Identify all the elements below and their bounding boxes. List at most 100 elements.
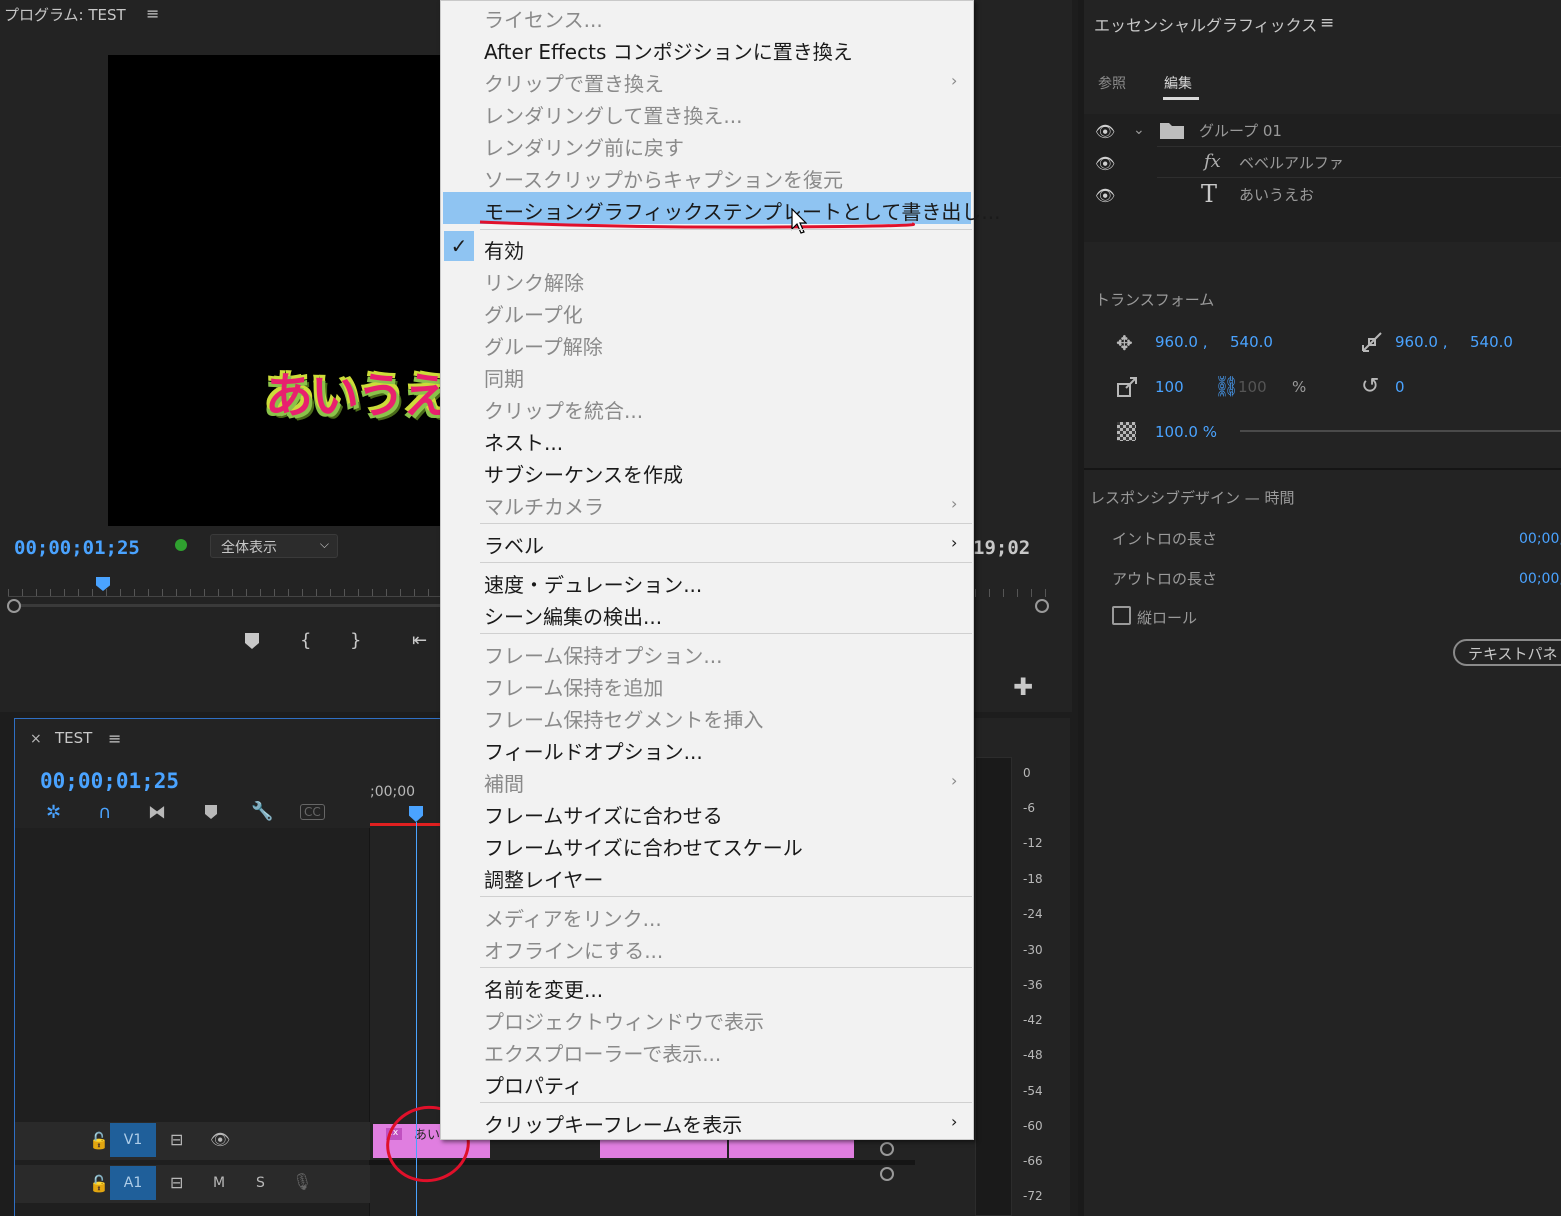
menu-separator <box>480 967 972 968</box>
sync-lock-icon[interactable]: ⊟ <box>170 1130 183 1149</box>
timeline-timecode[interactable]: 00;00;01;25 <box>40 769 179 793</box>
lock-icon[interactable]: 🔓 <box>89 1174 109 1193</box>
menu-item-speed-duration[interactable]: 速度・デュレーション... <box>484 569 702 598</box>
menu-item-unlink[interactable]: リンク解除 <box>484 267 584 296</box>
menu-item-group[interactable]: グループ化 <box>484 299 583 328</box>
meter-tick: -42 <box>1023 1013 1043 1027</box>
menu-item-adjustment-layer[interactable]: 調整レイヤー <box>484 864 603 893</box>
timeline-scroll-handle[interactable] <box>880 1167 894 1181</box>
solo-button[interactable]: S <box>256 1175 265 1191</box>
program-time-ruler-end[interactable] <box>975 575 1055 597</box>
opacity-slider[interactable] <box>1240 430 1561 432</box>
program-timecode[interactable]: 00;00;01;25 <box>14 537 140 559</box>
wrench-icon[interactable]: 🔧 <box>251 801 273 822</box>
outro-length-value[interactable]: 00;00; <box>1519 571 1561 587</box>
menu-item-scene-edit-detect[interactable]: シーン編集の検出... <box>484 601 662 630</box>
anchor-y-value[interactable]: 540.0 <box>1470 333 1513 351</box>
nest-sequence-icon[interactable]: ✲ <box>46 802 61 823</box>
lock-icon[interactable]: 🔓 <box>89 1131 109 1150</box>
menu-separator <box>480 1102 972 1103</box>
mute-button[interactable]: M <box>213 1175 225 1191</box>
position-y-value[interactable]: 540.0 <box>1230 333 1273 351</box>
panel-menu-icon[interactable]: ≡ <box>1320 13 1334 33</box>
clip-b[interactable] <box>600 1140 727 1158</box>
microphone-icon[interactable]: 🎙 <box>292 1172 312 1191</box>
eye-icon[interactable]: 👁 <box>1095 154 1115 173</box>
eye-icon[interactable]: 👁 <box>1095 186 1115 205</box>
menu-item-replace-with-clip[interactable]: クリップで置き換え <box>484 68 664 97</box>
menu-item-rename[interactable]: 名前を変更... <box>484 974 603 1003</box>
essential-graphics-title[interactable]: エッセンシャルグラフィックス <box>1094 12 1317 36</box>
menu-item-render-replace[interactable]: レンダリングして置き換え... <box>484 100 742 129</box>
out-point-icon[interactable]: } <box>350 630 361 651</box>
track-a1-badge[interactable]: A1 <box>110 1166 156 1200</box>
status-dot <box>175 539 187 551</box>
tab-browse[interactable]: 参照 <box>1098 73 1126 93</box>
zoom-handle-left[interactable] <box>7 599 21 613</box>
snap-magnet-icon[interactable]: ∩ <box>98 802 111 823</box>
menu-item-make-subsequence[interactable]: サブシーケンスを作成 <box>484 459 683 488</box>
add-marker-icon[interactable] <box>204 804 218 825</box>
menu-item-label[interactable]: ラベル <box>484 530 544 559</box>
menu-item-properties[interactable]: プロパティ <box>484 1070 583 1099</box>
menu-item-time-interpolation[interactable]: 補間 <box>484 768 524 797</box>
menu-item-field-options[interactable]: フィールドオプション... <box>484 736 703 765</box>
eye-icon[interactable]: 👁 <box>1095 122 1115 141</box>
menu-item-ungroup[interactable]: グループ解除 <box>484 331 603 360</box>
eye-icon[interactable]: 👁 <box>210 1130 230 1149</box>
marker-icon[interactable] <box>244 632 260 655</box>
clip-c[interactable] <box>729 1140 854 1158</box>
chevron-down-icon[interactable]: ⌄ <box>1133 122 1145 138</box>
timeline-scroll-handle[interactable] <box>880 1142 894 1156</box>
track-v1-badge[interactable]: V1 <box>110 1123 156 1157</box>
menu-item-multicam[interactable]: マルチカメラ <box>484 491 604 520</box>
add-button-icon[interactable]: ✚ <box>1013 673 1033 701</box>
link-icon[interactable]: ⛓ <box>1214 374 1239 398</box>
captions-icon[interactable]: CC <box>300 804 325 820</box>
zoom-handle-right[interactable] <box>1035 599 1049 613</box>
menu-item-insert-frame-hold[interactable]: フレーム保持セグメントを挿入 <box>484 704 763 733</box>
linked-selection-icon[interactable]: ⧓ <box>148 802 166 823</box>
menu-item-set-to-frame-size[interactable]: フレームサイズに合わせる <box>484 800 723 829</box>
program-duration: 19;02 <box>973 537 1031 559</box>
menu-item-reveal-in-explorer[interactable]: エクスプローラーで表示... <box>484 1038 721 1067</box>
menu-item-reveal-in-project[interactable]: プロジェクトウィンドウで表示 <box>484 1006 764 1035</box>
layer-group-name[interactable]: グループ 01 <box>1199 120 1282 141</box>
menu-item-restore-captions[interactable]: ソースクリップからキャプションを復元 <box>484 164 843 193</box>
rotation-value[interactable]: 0 <box>1395 378 1405 396</box>
menu-item-link-media[interactable]: メディアをリンク... <box>484 903 662 932</box>
layer-divider <box>1157 177 1561 178</box>
intro-length-value[interactable]: 00;00; <box>1519 531 1561 547</box>
close-icon[interactable]: × <box>30 731 42 747</box>
menu-item-add-frame-hold[interactable]: フレーム保持を追加 <box>484 672 663 701</box>
menu-item-scale-to-frame-size[interactable]: フレームサイズに合わせてスケール <box>484 832 803 861</box>
menu-item-replace-ae-comp[interactable]: After Effects コンポジションに置き換え <box>484 36 853 65</box>
menu-item-frame-hold-options[interactable]: フレーム保持オプション... <box>484 640 722 669</box>
menu-item-make-offline[interactable]: オフラインにする... <box>484 935 663 964</box>
program-time-ruler[interactable] <box>8 575 440 597</box>
menu-item-nest[interactable]: ネスト... <box>484 427 563 456</box>
tab-edit[interactable]: 編集 <box>1164 73 1192 93</box>
menu-item-license[interactable]: ライセンス... <box>484 4 603 33</box>
in-point-icon[interactable]: { <box>300 630 311 651</box>
layer-effect-name[interactable]: ベベルアルファ <box>1239 152 1344 173</box>
scale-value[interactable]: 100 <box>1155 378 1184 396</box>
program-menu-icon[interactable]: ≡ <box>146 4 159 23</box>
program-zoom-scrollbar[interactable] <box>14 604 440 607</box>
menu-item-restore-unrendered[interactable]: レンダリング前に戻す <box>484 132 684 161</box>
layer-text-name[interactable]: あいうえお <box>1239 184 1314 205</box>
menu-item-merge-clips[interactable]: クリップを統合... <box>484 395 643 424</box>
sync-lock-icon[interactable]: ⊟ <box>170 1173 183 1192</box>
anchor-x-value[interactable]: 960.0 , <box>1395 333 1447 351</box>
go-to-in-icon[interactable]: ⇤ <box>412 630 427 651</box>
menu-item-show-keyframes[interactable]: クリップキーフレームを表示 <box>484 1109 742 1138</box>
menu-item-synchronize[interactable]: 同期 <box>484 363 524 392</box>
opacity-value[interactable]: 100.0 % <box>1155 423 1217 441</box>
menu-item-enable[interactable]: 有効 <box>484 235 524 264</box>
fit-dropdown[interactable]: 全体表示 ⌵ <box>210 534 338 558</box>
timeline-menu-icon[interactable]: ≡ <box>108 729 121 748</box>
position-x-value[interactable]: 960.0 , <box>1155 333 1207 351</box>
roll-checkbox[interactable] <box>1112 606 1131 625</box>
text-panel-button[interactable]: テキストパネ <box>1453 639 1561 666</box>
timeline-title[interactable]: TEST <box>55 729 92 747</box>
